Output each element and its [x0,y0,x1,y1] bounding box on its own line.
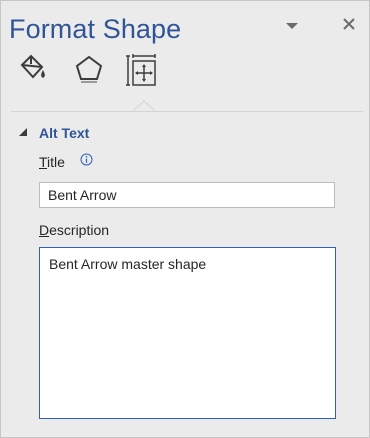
tab-separator [11,111,363,112]
section-title-alt-text[interactable]: Alt Text [39,125,89,141]
title-label-text: itle [47,154,65,170]
collapse-triangle-icon[interactable] [19,128,27,136]
format-shape-pane: Format Shape Alt Text Title Bent Arrow D… [0,0,370,438]
description-label-text: escription [49,222,110,238]
description-label: Description [39,222,109,238]
title-label-accelerator: T [39,154,48,170]
description-label-accelerator: D [39,222,50,238]
selected-tab-indicator [133,100,155,112]
tab-fill-line[interactable] [15,53,49,92]
title-label: Title [39,154,65,170]
pentagon-icon [75,55,103,83]
info-icon[interactable] [80,153,93,166]
pane-options-dropdown-icon[interactable] [286,23,298,29]
close-icon [343,18,355,30]
tab-effects[interactable] [73,53,105,92]
description-textarea[interactable]: Bent Arrow master shape [39,247,336,419]
close-pane-button[interactable] [339,14,361,36]
tab-size-properties[interactable] [125,53,159,94]
size-properties-icon [126,54,156,86]
pane-title: Format Shape [9,14,182,44]
title-input[interactable]: Bent Arrow [39,182,335,208]
paint-bucket-icon [20,54,45,79]
